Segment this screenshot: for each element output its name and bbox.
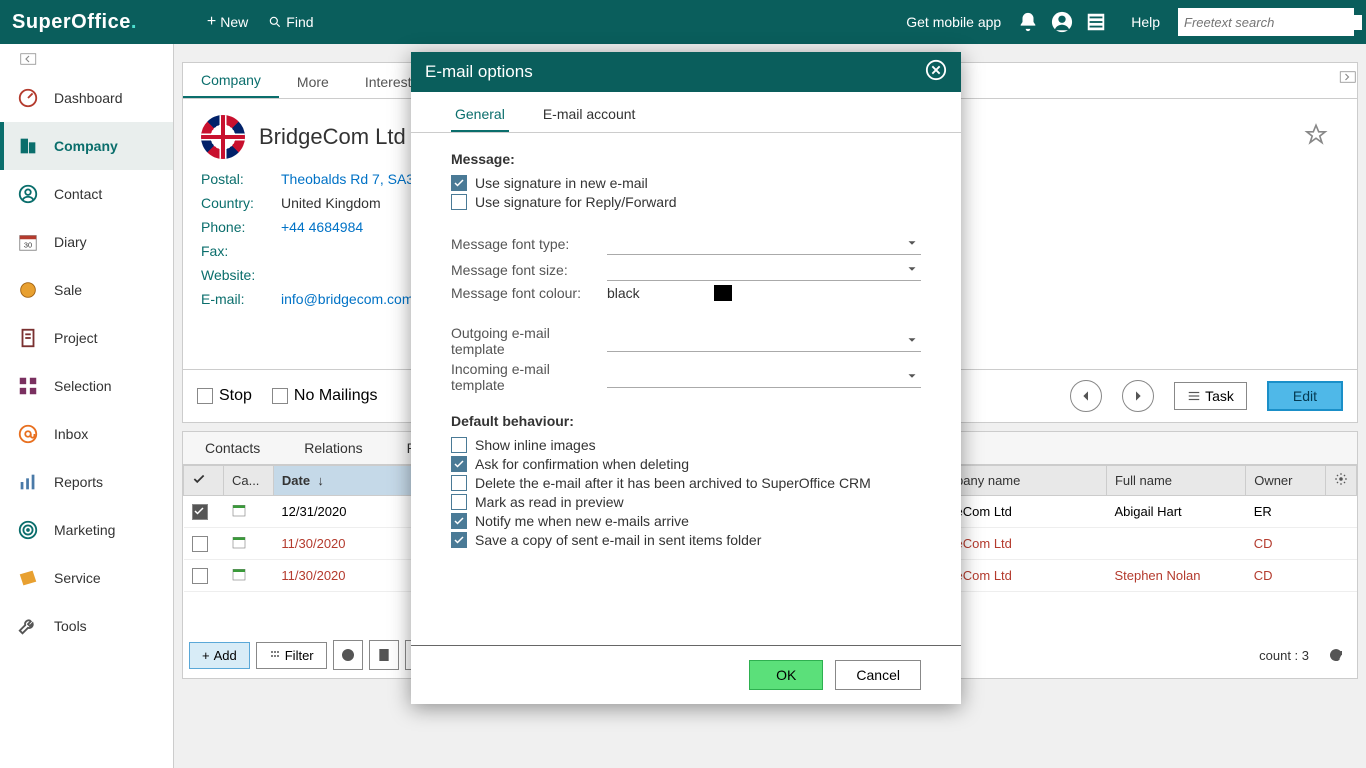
tab-more[interactable]: More (279, 66, 347, 98)
sig-reply-checkbox[interactable] (451, 194, 467, 210)
col-fullname[interactable]: Full name (1106, 466, 1245, 496)
postal-label: Postal: (201, 171, 281, 187)
building-icon (16, 134, 40, 158)
sig-new-checkbox[interactable] (451, 175, 467, 191)
font-type-select[interactable] (607, 233, 921, 255)
search-box[interactable] (1178, 8, 1354, 36)
col-settings[interactable] (1325, 466, 1356, 496)
topbar: SuperOffice. +New Find Get mobile app He… (0, 0, 1366, 44)
company-name: BridgeCom Ltd (259, 124, 406, 150)
mark-read-checkbox[interactable] (451, 494, 467, 510)
coin-icon (16, 278, 40, 302)
add-button[interactable]: + Add (189, 642, 250, 669)
col-check[interactable] (184, 466, 224, 496)
mobile-app-link[interactable]: Get mobile app (896, 8, 1011, 36)
save-copy-checkbox[interactable] (451, 532, 467, 548)
sidebar-item-dashboard[interactable]: Dashboard (0, 74, 173, 122)
sidebar-item-company[interactable]: Company (0, 122, 173, 170)
sidebar-item-project[interactable]: Project (0, 314, 173, 362)
chevron-down-icon (905, 369, 919, 386)
grid-icon (16, 374, 40, 398)
at-icon (16, 422, 40, 446)
menu-icon[interactable] (1079, 5, 1113, 39)
colour-swatch[interactable] (714, 285, 732, 301)
email-label: E-mail: (201, 291, 281, 307)
user-icon[interactable] (1045, 5, 1079, 39)
notify-checkbox[interactable] (451, 513, 467, 529)
website-label: Website: (201, 267, 281, 283)
chart-icon (16, 470, 40, 494)
find-button[interactable]: Find (258, 8, 323, 36)
lowertab-relations[interactable]: Relations (282, 432, 384, 464)
stop-checkbox[interactable]: Stop (197, 387, 252, 405)
modal-tab-general[interactable]: General (451, 100, 509, 132)
svg-text:30: 30 (24, 241, 32, 250)
lowertab-contacts[interactable]: Contacts (183, 432, 282, 464)
ticket-icon (16, 566, 40, 590)
target-icon (16, 518, 40, 542)
delete-after-checkbox[interactable] (451, 475, 467, 491)
flag-icon (201, 115, 245, 159)
col-owner[interactable]: Owner (1246, 466, 1326, 496)
email-options-modal: E-mail options General E-mail account Me… (411, 52, 961, 704)
outgoing-template-select[interactable] (607, 330, 921, 352)
prev-button[interactable] (1070, 380, 1102, 412)
sidebar-item-diary[interactable]: 30Diary (0, 218, 173, 266)
filter-button[interactable]: Filter (256, 642, 327, 669)
gauge-icon (16, 86, 40, 110)
cancel-button[interactable]: Cancel (835, 660, 921, 690)
task-button[interactable]: Task (1174, 382, 1247, 410)
search-input[interactable] (1184, 15, 1362, 30)
sidebar-item-marketing[interactable]: Marketing (0, 506, 173, 554)
col-category[interactable]: Ca... (223, 466, 273, 496)
font-size-select[interactable] (607, 259, 921, 281)
sidebar-item-selection[interactable]: Selection (0, 362, 173, 410)
sidebar-item-service[interactable]: Service (0, 554, 173, 602)
sidebar-item-sale[interactable]: Sale (0, 266, 173, 314)
sidebar: Dashboard Company Contact 30Diary Sale P… (0, 44, 174, 768)
bell-icon[interactable] (1011, 5, 1045, 39)
logo: SuperOffice. (12, 11, 137, 34)
sidebar-item-contact[interactable]: Contact (0, 170, 173, 218)
favorite-star[interactable] (1303, 122, 1329, 153)
next-button[interactable] (1122, 380, 1154, 412)
ok-button[interactable]: OK (749, 660, 823, 690)
fax-label: Fax: (201, 243, 281, 259)
chevron-down-icon (905, 236, 919, 253)
modal-tab-account[interactable]: E-mail account (539, 100, 640, 132)
country-label: Country: (201, 195, 281, 211)
wrench-icon (16, 614, 40, 638)
target-tool-icon[interactable] (333, 640, 363, 670)
sidebar-collapse[interactable] (0, 44, 173, 74)
help-link[interactable]: Help (1113, 14, 1178, 30)
calendar-icon: 30 (16, 230, 40, 254)
default-section: Default behaviour: (451, 413, 921, 429)
chevron-down-icon (905, 333, 919, 350)
sidebar-item-reports[interactable]: Reports (0, 458, 173, 506)
inline-checkbox[interactable] (451, 437, 467, 453)
close-icon[interactable] (925, 59, 947, 86)
clipboard-icon (16, 326, 40, 350)
sidebar-item-tools[interactable]: Tools (0, 602, 173, 650)
row-count: count : 3 (1259, 648, 1315, 663)
incoming-template-select[interactable] (607, 366, 921, 388)
right-panel-collapse[interactable] (1338, 70, 1356, 89)
no-mailings-checkbox[interactable]: No Mailings (272, 387, 378, 405)
message-section: Message: (451, 151, 921, 167)
col-company[interactable]: pany name (948, 466, 1107, 496)
new-button[interactable]: +New (197, 7, 258, 37)
phone-label: Phone: (201, 219, 281, 235)
person-icon (16, 182, 40, 206)
sidebar-item-inbox[interactable]: Inbox (0, 410, 173, 458)
tab-company[interactable]: Company (183, 64, 279, 98)
confirm-checkbox[interactable] (451, 456, 467, 472)
doc-tool-icon[interactable] (369, 640, 399, 670)
chevron-down-icon (905, 262, 919, 279)
refresh-icon[interactable] (1321, 640, 1351, 670)
font-colour-value: black (607, 285, 640, 301)
edit-button[interactable]: Edit (1267, 381, 1343, 411)
modal-title: E-mail options (425, 62, 533, 82)
